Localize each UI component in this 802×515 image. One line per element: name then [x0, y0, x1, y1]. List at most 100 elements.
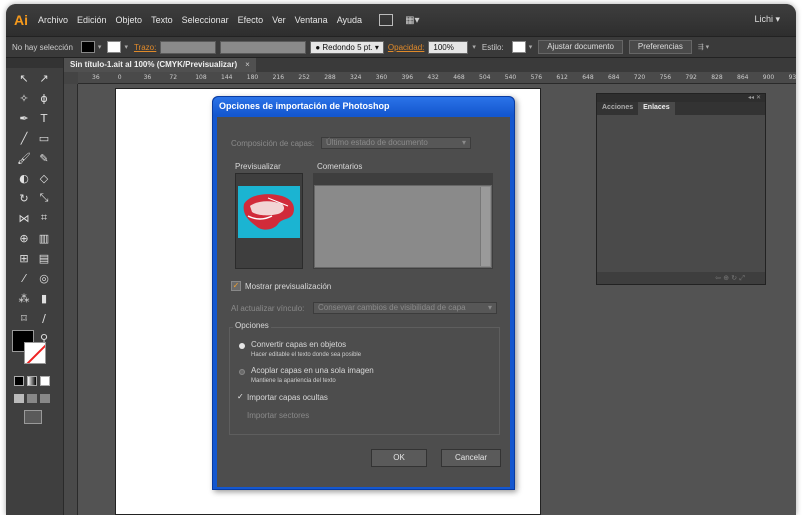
graph-tool-icon[interactable]: ▮: [34, 289, 54, 307]
draw-mode-buttons: [14, 394, 50, 403]
pen-tool-icon[interactable]: ✒: [14, 109, 34, 127]
flatten-layers-note: Mantiene la apariencia del texto: [251, 378, 336, 384]
panel-collapse[interactable]: ◂◂ ✕: [597, 94, 765, 102]
import-hidden-checkbox[interactable]: ✓: [237, 392, 244, 401]
opacity-field[interactable]: 100%: [428, 40, 469, 54]
eraser-tool-icon[interactable]: ◇: [34, 169, 54, 187]
perspective-grid-icon[interactable]: ▥: [34, 229, 54, 247]
direct-selection-tool-icon[interactable]: ↗: [34, 69, 54, 87]
bridge-icon[interactable]: [379, 14, 394, 26]
ruler-origin[interactable]: [64, 72, 78, 84]
flatten-layers-radio[interactable]: [239, 369, 245, 375]
stroke-label[interactable]: Trazo:: [134, 43, 156, 52]
scale-tool-icon[interactable]: ⤡: [34, 189, 54, 207]
selection-tool-icon[interactable]: ↖: [14, 69, 34, 87]
shape-builder-icon[interactable]: ⊕: [14, 229, 34, 247]
document-tab-title: Sin título-1.ait al 100% (CMYK/Previsual…: [70, 60, 238, 69]
slice-tool-icon[interactable]: ∕: [34, 309, 54, 327]
chevron-down-icon[interactable]: ▾: [529, 43, 533, 51]
workspace-switcher[interactable]: Lichi ▾: [754, 14, 780, 25]
convert-layers-radio[interactable]: [239, 343, 245, 349]
brush-tool-icon[interactable]: 🖌: [14, 149, 34, 167]
document-tab[interactable]: Sin título-1.ait al 100% (CMYK/Previsual…: [64, 58, 256, 72]
color-mode-icon[interactable]: [14, 376, 24, 386]
brush-select[interactable]: ● Redondo 5 pt. ▾: [310, 40, 384, 54]
panel-tabs: Acciones Enlaces: [597, 102, 765, 115]
import-hidden-label: Importar capas ocultas: [247, 393, 328, 402]
comments-label: Comentarios: [317, 162, 363, 171]
stroke-color-swatch[interactable]: [24, 342, 46, 364]
ruler-tick-label: 900: [762, 74, 775, 81]
links-list[interactable]: [597, 115, 765, 273]
chevron-down-icon[interactable]: ▾: [472, 43, 476, 51]
menu-ayuda[interactable]: Ayuda: [337, 15, 362, 25]
menu-texto[interactable]: Texto: [151, 15, 173, 25]
menu-edicion[interactable]: Edición: [77, 15, 107, 25]
lasso-icon[interactable]: ϕ: [34, 89, 54, 107]
links-panel: ◂◂ ✕ Acciones Enlaces ⇦ ⊕ ↻ ⤢: [596, 93, 766, 285]
opacity-label[interactable]: Opacidad:: [388, 43, 424, 52]
preferences-button[interactable]: Preferencias: [628, 40, 692, 54]
horizontal-ruler[interactable]: 36 0 36 72 108 144 180 216 252 288 324 360 396 432 468…: [78, 72, 796, 84]
gradient-mode-icon[interactable]: [27, 376, 37, 386]
ruler-tick-label: 612: [556, 74, 568, 81]
document-setup-button[interactable]: Ajustar documento: [538, 40, 623, 54]
ruler-tick-label: 288: [324, 74, 336, 81]
free-transform-icon[interactable]: ⌗: [34, 209, 54, 227]
line-tool-icon[interactable]: ╱: [14, 129, 34, 147]
draw-normal-icon[interactable]: [14, 394, 24, 403]
comments-textarea[interactable]: [314, 185, 492, 268]
chevron-down-icon[interactable]: ▾: [124, 43, 128, 51]
menu-objeto[interactable]: Objeto: [116, 15, 143, 25]
cancel-button[interactable]: Cancelar: [441, 449, 501, 467]
ruler-tick-label: 648: [582, 74, 594, 81]
style-swatch[interactable]: [511, 41, 526, 53]
stroke-weight-field[interactable]: [160, 40, 217, 54]
dialog-body: Composición de capas: Último estado de d…: [217, 117, 510, 487]
panel-footer-buttons[interactable]: ⇦ ⊕ ↻ ⤢: [597, 272, 765, 284]
arrange-icon[interactable]: ⇶ ▾: [698, 43, 709, 51]
draw-inside-icon[interactable]: [40, 394, 50, 403]
fill-swatch[interactable]: [80, 41, 95, 53]
menu-efecto[interactable]: Efecto: [238, 15, 264, 25]
menu-ventana[interactable]: Ventana: [295, 15, 328, 25]
chevron-down-icon[interactable]: ▾: [98, 43, 102, 51]
gradient-tool-icon[interactable]: ▤: [34, 249, 54, 267]
mesh-tool-icon[interactable]: ⊞: [14, 249, 34, 267]
vertical-ruler[interactable]: [64, 84, 78, 515]
menu-ver[interactable]: Ver: [272, 15, 286, 25]
draw-behind-icon[interactable]: [27, 394, 37, 403]
menu-seleccionar[interactable]: Seleccionar: [182, 15, 229, 25]
arrange-documents-icon[interactable]: ▦▾: [405, 15, 419, 26]
width-tool-icon[interactable]: ⋈: [14, 209, 34, 227]
ruler-tick-label: 0: [117, 74, 122, 81]
flatten-layers-label: Acoplar capas en una sola imagen: [251, 366, 374, 375]
menu-archivo[interactable]: Archivo: [38, 15, 68, 25]
variable-width-field[interactable]: [220, 40, 307, 54]
tab-acciones[interactable]: Acciones: [597, 102, 638, 115]
rectangle-tool-icon[interactable]: ▭: [34, 129, 54, 147]
update-link-select[interactable]: Conservar cambios de visibilidad de capa…: [313, 302, 497, 314]
convert-layers-note: Hacer editable el texto donde sea posibl…: [251, 352, 362, 358]
blend-tool-icon[interactable]: ◎: [34, 269, 54, 287]
ruler-tick-label: 180: [246, 74, 259, 81]
artboard-tool-icon[interactable]: ⌑: [14, 309, 34, 327]
comments-scrollbar[interactable]: [480, 187, 490, 266]
screen-mode-icon[interactable]: [24, 410, 42, 424]
ruler-tick-label: 720: [633, 74, 646, 81]
pencil-tool-icon[interactable]: ✎: [34, 149, 54, 167]
tab-enlaces[interactable]: Enlaces: [638, 102, 675, 115]
show-preview-checkbox[interactable]: ✓: [231, 281, 241, 291]
symbol-sprayer-icon[interactable]: ⁂: [14, 289, 34, 307]
stroke-swatch[interactable]: [107, 41, 122, 53]
close-icon[interactable]: ×: [245, 60, 250, 69]
ok-button[interactable]: OK: [371, 449, 427, 467]
eyedropper-icon[interactable]: ⁄: [14, 269, 34, 287]
blob-brush-icon[interactable]: ◐: [14, 169, 34, 187]
type-tool-icon[interactable]: T: [34, 109, 54, 127]
ruler-tick-label: 396: [401, 74, 414, 81]
rotate-tool-icon[interactable]: ↻: [14, 189, 34, 207]
none-mode-icon[interactable]: [40, 376, 50, 386]
layer-comp-select[interactable]: Último estado de documento ▾: [321, 137, 471, 149]
magic-wand-icon[interactable]: ✧: [14, 89, 34, 107]
